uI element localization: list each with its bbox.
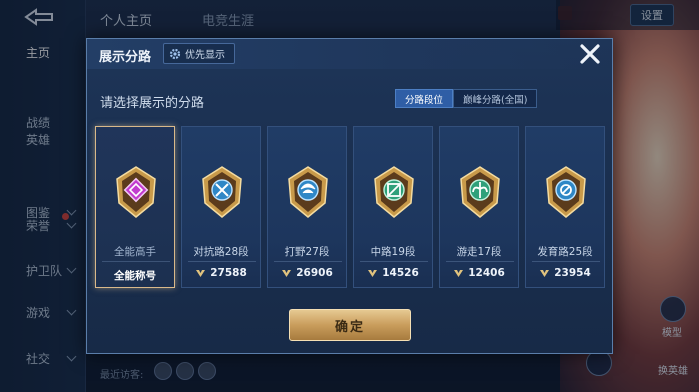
rank-points-icon <box>454 269 464 277</box>
clash-lane-emblem-icon <box>199 165 245 219</box>
lane-card-name: 打野27段 <box>284 246 330 258</box>
dialog-title: 展示分路 <box>99 50 152 65</box>
rank-points-icon <box>196 269 206 277</box>
close-icon[interactable] <box>577 41 603 67</box>
mid-lane-emblem-icon <box>371 165 417 219</box>
lane-card[interactable]: 中路19段 14526 <box>353 126 433 288</box>
lane-card-score: 27588 <box>210 267 247 279</box>
rank-points-icon <box>540 269 550 277</box>
lane-card-list: 全能高手 全能称号 对抗路28段 27588 打野27段 26906 中路19段 14526 游… <box>95 126 607 288</box>
lane-card-name: 全能高手 <box>114 246 156 258</box>
lane-card[interactable]: 全能高手 全能称号 <box>95 126 175 288</box>
dialog-subtitle: 请选择展示的分路 <box>100 96 205 111</box>
lane-card[interactable]: 打野27段 26906 <box>267 126 347 288</box>
lane-display-dialog: 展示分路 优先显示 请选择展示的分路 分路段位 巅峰分路(全国) 全能高手全能称… <box>86 38 613 354</box>
lane-card-name: 对抗路28段 <box>193 246 249 258</box>
priority-display-label: 优先显示 <box>185 50 225 61</box>
divider <box>532 261 600 262</box>
segment-lane-rank[interactable]: 分路段位 <box>395 89 454 108</box>
lane-card-stat: 26906 <box>268 267 346 279</box>
gear-icon <box>169 48 181 59</box>
lane-card-stat: 12406 <box>440 267 518 279</box>
lane-card-stat: 23954 <box>526 267 604 279</box>
divider <box>188 261 256 262</box>
farm-lane-emblem-icon <box>543 165 589 219</box>
lane-card-stat: 27588 <box>182 267 260 279</box>
lane-card[interactable]: 发育路25段 23954 <box>525 126 605 288</box>
lane-mode-toggle: 分路段位 巅峰分路(全国) <box>395 89 538 108</box>
lane-card-score: 23954 <box>554 267 591 279</box>
lane-card-name: 发育路25段 <box>537 246 593 258</box>
divider <box>102 261 170 262</box>
segment-peak-lane[interactable]: 巅峰分路(全国) <box>453 89 538 108</box>
divider <box>446 261 514 262</box>
all-round-emblem-icon <box>113 165 159 219</box>
jungle-emblem-icon <box>285 165 331 219</box>
dialog-header: 展示分路 优先显示 <box>87 39 612 69</box>
lane-card-stat: 14526 <box>354 267 432 279</box>
lane-card-score: 26906 <box>296 267 333 279</box>
lane-card-title-badge: 全能称号 <box>114 270 156 282</box>
priority-display-button[interactable]: 优先显示 <box>163 43 235 64</box>
rank-points-icon <box>282 269 292 277</box>
divider <box>274 261 342 262</box>
rank-points-icon <box>368 269 378 277</box>
lane-card[interactable]: 对抗路28段 27588 <box>181 126 261 288</box>
divider <box>360 261 428 262</box>
confirm-button[interactable]: 确定 <box>289 309 411 341</box>
lane-card[interactable]: 游走17段 12406 <box>439 126 519 288</box>
lane-card-name: 中路19段 <box>370 246 416 258</box>
roam-emblem-icon <box>457 165 503 219</box>
lane-card-name: 游走17段 <box>456 246 502 258</box>
lane-card-score: 14526 <box>382 267 419 279</box>
lane-card-score: 12406 <box>468 267 505 279</box>
